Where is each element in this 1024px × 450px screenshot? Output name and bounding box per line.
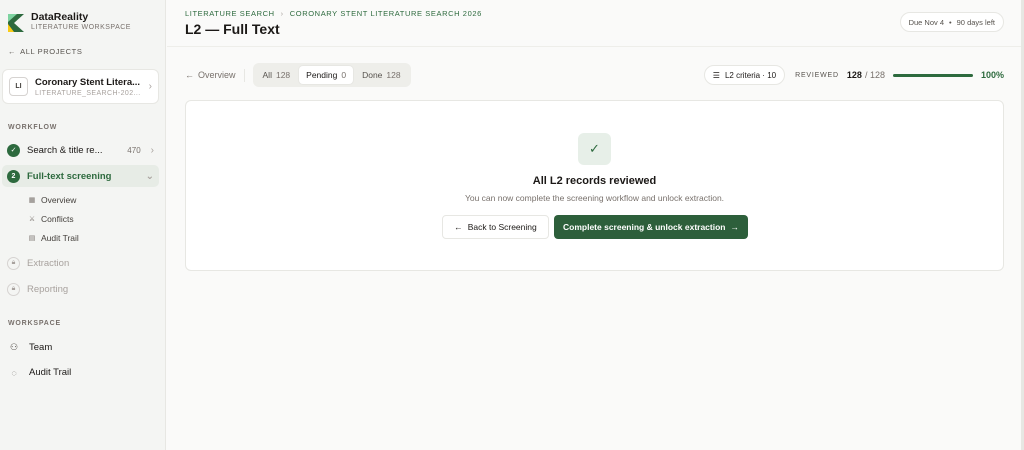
project-id: LITERATURE_SEARCH-202... <box>35 89 141 97</box>
sidebar-item-team[interactable]: ⚇ Team <box>8 342 52 353</box>
audit-trail-label: Audit Trail <box>29 367 72 378</box>
tab-label: Done <box>362 70 383 80</box>
screening-toolbar: ← Overview All 128 Pending 0 Done 128 <box>185 63 411 87</box>
step-number-badge: 2 <box>7 169 20 183</box>
tab-count: 128 <box>275 70 291 80</box>
completion-title: All L2 records reviewed <box>532 175 657 187</box>
brand-name: DataReality <box>31 11 89 23</box>
lock-icon: 🔒︎ <box>7 282 20 296</box>
team-label: Team <box>29 342 53 353</box>
breadcrumb-separator: › <box>280 9 284 18</box>
sidebar-step-full-text[interactable]: 2 Full-text screening ⌄ <box>2 165 159 187</box>
arrow-left-icon: ← <box>185 70 194 80</box>
project-switcher[interactable]: LI Coronary Stent Litera... LITERATURE_S… <box>2 69 159 104</box>
chevron-right-icon: › <box>148 81 152 92</box>
step-label: Reporting <box>27 283 69 295</box>
workspace-section-label: WORKSPACE <box>8 320 61 327</box>
completion-card: ✓ All L2 records reviewed You can now co… <box>185 100 1004 271</box>
grid-icon: ▦ <box>28 197 36 204</box>
header-divider <box>167 46 1024 47</box>
page-title: L2 — Full Text <box>185 21 280 37</box>
arrow-right-icon: → <box>730 222 739 232</box>
completion-subtitle: You can now complete the screening workf… <box>464 193 725 203</box>
step-label: Extraction <box>27 257 70 269</box>
due-date: Due Nov 4 <box>908 17 944 27</box>
reviewed-total: / 128 <box>864 70 885 80</box>
criteria-label: L2 criteria · 10 <box>724 70 777 80</box>
conflicts-icon: ⚔ <box>28 216 36 223</box>
project-name: Coronary Stent Litera... <box>35 76 141 88</box>
shield-icon: ◌ <box>11 367 17 378</box>
main-content: LITERATURE SEARCH › CORONARY STENT LITER… <box>167 0 1024 450</box>
reviewed-label: REVIEWED <box>795 71 839 79</box>
tab-pending[interactable]: Pending 0 <box>299 66 354 84</box>
sidebar: DataReality LITERATURE WORKSPACE ← ALL P… <box>0 0 166 450</box>
progress-fill <box>892 73 973 77</box>
tab-count: 128 <box>386 70 401 80</box>
tab-done[interactable]: Done 128 <box>355 66 408 84</box>
breadcrumb-item[interactable]: CORONARY STENT LITERATURE SEARCH 2026 <box>290 9 482 18</box>
all-projects-label: ALL PROJECTS <box>20 47 83 56</box>
sidebar-step-extraction[interactable]: 🔒︎ Extraction <box>2 252 159 274</box>
dot-separator: • <box>949 17 952 27</box>
chevron-right-icon: › <box>150 144 154 156</box>
overview-label: Overview <box>198 70 236 80</box>
subitem-label: Conflicts <box>41 214 74 224</box>
step-count: 470 <box>127 145 141 155</box>
all-projects-link[interactable]: ← ALL PROJECTS <box>8 47 82 56</box>
sidebar-item-audit-trail[interactable]: ◌ Audit Trail <box>8 367 71 378</box>
tab-count: 0 <box>341 70 347 80</box>
breadcrumb-item[interactable]: LITERATURE SEARCH <box>185 9 275 18</box>
subitem-label: Overview <box>41 195 77 205</box>
tab-label: Pending <box>306 70 338 80</box>
days-left: 90 days left <box>956 17 995 27</box>
check-icon: ✓ <box>578 133 611 165</box>
tab-all[interactable]: All 128 <box>256 66 298 84</box>
review-progress: ☰ L2 criteria · 10 REVIEWED 128 / 128 10… <box>703 65 1004 85</box>
workflow-section-label: WORKFLOW <box>8 124 58 131</box>
sidebar-subitem-conflicts[interactable]: ⚔ Conflicts <box>28 214 74 224</box>
complete-button-label: Complete screening & unlock extraction <box>563 222 726 232</box>
divider <box>243 68 245 82</box>
due-date-badge: Due Nov 4 • 90 days left <box>899 12 1004 32</box>
arrow-left-icon: ← <box>8 47 17 56</box>
sidebar-subitem-audit-trail[interactable]: ▤ Audit Trail <box>28 233 79 243</box>
lock-icon: 🔒︎ <box>7 256 20 270</box>
filter-tabs: All 128 Pending 0 Done 128 <box>252 63 411 87</box>
sidebar-subitem-overview[interactable]: ▦ Overview <box>28 195 77 205</box>
brand-subtitle: LITERATURE WORKSPACE <box>31 24 131 31</box>
brand[interactable]: DataReality LITERATURE WORKSPACE <box>8 12 131 33</box>
criteria-button[interactable]: ☰ L2 criteria · 10 <box>703 65 786 85</box>
document-icon: ▤ <box>28 235 36 242</box>
breadcrumb: LITERATURE SEARCH › CORONARY STENT LITER… <box>185 9 482 18</box>
complete-screening-button[interactable]: Complete screening & unlock extraction → <box>554 215 748 239</box>
back-to-screening-button[interactable]: ← Back to Screening <box>442 215 549 239</box>
back-button-label: Back to Screening <box>467 222 537 232</box>
brand-logo-icon <box>8 13 24 32</box>
tab-label: All <box>262 70 272 80</box>
reviewed-count: 128 <box>846 70 862 80</box>
arrow-left-icon: ← <box>454 222 463 232</box>
subitem-label: Audit Trail <box>41 233 79 243</box>
progress-bar <box>892 73 973 77</box>
step-label: Search & title re... <box>27 144 103 156</box>
list-icon: ☰ <box>712 70 720 80</box>
users-icon: ⚇ <box>9 342 19 352</box>
overview-link[interactable]: ← Overview <box>185 70 236 80</box>
check-icon: ✓ <box>7 143 20 157</box>
sidebar-step-reporting[interactable]: 🔒︎ Reporting <box>2 278 159 300</box>
step-label: Full-text screening <box>27 170 112 182</box>
progress-percent: 100% <box>980 70 1004 80</box>
sidebar-step-search-title[interactable]: ✓ Search & title re... 470 › <box>2 139 159 161</box>
chevron-down-icon: ⌄ <box>145 170 154 182</box>
project-avatar: LI <box>9 77 28 96</box>
